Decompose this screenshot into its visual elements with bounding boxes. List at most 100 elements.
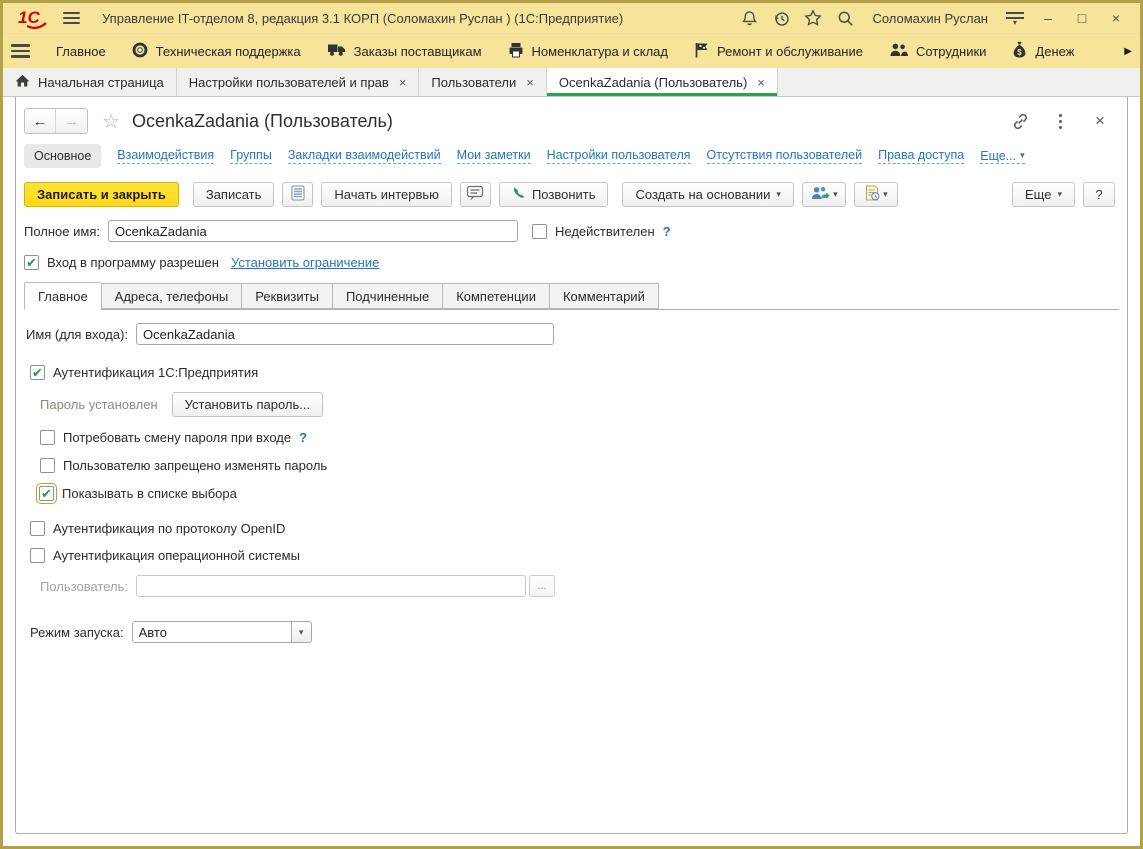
- menu-item-purchase-orders[interactable]: Заказы поставщикам: [327, 42, 482, 60]
- save-and-close-button[interactable]: Записать и закрыть: [24, 182, 179, 207]
- set-password-button[interactable]: Установить пароль...: [172, 392, 323, 417]
- get-link-icon[interactable]: [1009, 110, 1031, 132]
- navlink-main-active[interactable]: Основное: [24, 144, 101, 168]
- menu-overflow-arrow-icon[interactable]: ▶: [1124, 46, 1132, 57]
- subtab-subordinates[interactable]: Подчиненные: [332, 283, 442, 309]
- document-schedule-button[interactable]: ▾: [854, 182, 898, 207]
- current-user-name[interactable]: Соломахин Руслан: [872, 11, 988, 26]
- comment-icon: [466, 185, 484, 204]
- navlink-my-notes[interactable]: Мои заметки: [457, 148, 531, 164]
- run-mode-input[interactable]: [132, 621, 292, 643]
- main-subtab-content: Имя (для входа): Аутентификация 1С:Предп…: [24, 323, 1119, 643]
- section-menu-bar: Главное Техническая поддержка Заказы пос…: [3, 33, 1140, 68]
- os-user-input[interactable]: [136, 575, 526, 597]
- navlink-user-settings[interactable]: Настройки пользователя: [547, 148, 691, 164]
- save-button[interactable]: Записать: [193, 182, 275, 207]
- close-form-icon[interactable]: ×: [1089, 110, 1111, 132]
- navlink-interaction-bookmarks[interactable]: Закладки взаимодействий: [288, 148, 441, 164]
- list-report-button[interactable]: [282, 182, 313, 207]
- flag-icon: [694, 42, 709, 61]
- close-tab-icon[interactable]: ×: [399, 75, 407, 90]
- forbid-password-change-row: Пользователю запрещено изменять пароль: [26, 458, 1119, 473]
- login-allowed-row: Вход в программу разрешен Установить огр…: [24, 255, 1119, 270]
- close-tab-icon[interactable]: ×: [757, 75, 765, 90]
- login-allowed-checkbox[interactable]: [24, 255, 39, 270]
- tab-ocenkazadania-user[interactable]: OcenkaZadania (Пользователь) ×: [547, 68, 778, 96]
- subtab-main[interactable]: Главное: [24, 282, 101, 310]
- run-mode-label: Режим запуска:: [30, 625, 124, 640]
- form-title: OcenkaZadania (Пользователь): [132, 111, 393, 132]
- forward-button[interactable]: →: [56, 109, 87, 133]
- favorites-star-icon[interactable]: [800, 6, 826, 30]
- add-to-favorites-star-icon[interactable]: ☆: [102, 109, 120, 134]
- tab-users[interactable]: Пользователи ×: [419, 68, 546, 96]
- navlink-user-absences[interactable]: Отсутствия пользователей: [707, 148, 863, 164]
- forbid-password-change-checkbox[interactable]: [40, 458, 55, 473]
- password-status-label: Пароль установлен: [40, 397, 158, 412]
- navlink-more[interactable]: Еще... ▾: [980, 149, 1024, 164]
- invalid-help-icon[interactable]: ?: [663, 224, 671, 239]
- call-button[interactable]: Позвонить: [499, 182, 609, 207]
- svg-text:1С: 1С: [18, 8, 40, 27]
- show-in-choice-list-checkbox[interactable]: [39, 486, 54, 501]
- os-auth-checkbox[interactable]: [30, 548, 45, 563]
- help-button[interactable]: ?: [1083, 182, 1115, 207]
- password-row: Пароль установлен Установить пароль...: [26, 392, 1119, 417]
- tab-user-settings-and-rights[interactable]: Настройки пользователей и прав ×: [177, 68, 420, 96]
- back-button[interactable]: ←: [25, 109, 56, 133]
- life-ring-icon: [132, 42, 148, 61]
- os-user-row: Пользователь: ...: [26, 575, 1119, 597]
- navlink-access-rights[interactable]: Права доступа: [878, 148, 964, 164]
- maximize-button[interactable]: □: [1068, 10, 1096, 26]
- subtab-competencies[interactable]: Компетенции: [442, 283, 549, 309]
- printer-icon: [508, 42, 524, 61]
- login-name-input[interactable]: [136, 323, 554, 345]
- money-bag-icon: $: [1012, 41, 1027, 61]
- chevron-down-icon: ▾: [299, 627, 304, 638]
- form-header: ← → ☆ OcenkaZadania (Пользователь) ×: [24, 106, 1119, 136]
- os-user-choose-button[interactable]: ...: [529, 575, 555, 597]
- start-interview-button[interactable]: Начать интервью: [321, 182, 452, 207]
- chevron-down-icon: ▾: [1057, 189, 1062, 200]
- subtab-comment[interactable]: Комментарий: [549, 283, 659, 309]
- history-icon[interactable]: [768, 6, 794, 30]
- navlink-interactions[interactable]: Взаимодействия: [117, 148, 214, 164]
- close-window-button[interactable]: ×: [1102, 10, 1130, 26]
- close-tab-icon[interactable]: ×: [526, 75, 534, 90]
- forbid-password-change-label: Пользователю запрещено изменять пароль: [63, 458, 327, 473]
- run-mode-dropdown-button[interactable]: ▾: [291, 621, 312, 643]
- menu-item-inventory[interactable]: Номенклатура и склад: [508, 42, 668, 61]
- tab-home[interactable]: Начальная страница: [3, 68, 177, 96]
- app-window: 1С Управление IT-отделом 8, редакция 3.1…: [0, 0, 1143, 849]
- minimize-button[interactable]: –: [1034, 10, 1062, 26]
- more-button[interactable]: Еще ▾: [1012, 182, 1075, 207]
- more-actions-dots-icon[interactable]: [1049, 110, 1071, 132]
- menu-item-money[interactable]: $ Денеж: [1012, 41, 1074, 61]
- subtab-addresses[interactable]: Адреса, телефоны: [101, 283, 242, 309]
- menu-item-employees[interactable]: Сотрудники: [889, 42, 986, 60]
- menu-item-tech-support[interactable]: Техническая поддержка: [132, 42, 301, 61]
- auth-1c-checkbox[interactable]: [30, 365, 45, 380]
- notifications-bell-icon[interactable]: [736, 6, 762, 30]
- service-menu-icon[interactable]: ▾: [1002, 6, 1028, 30]
- invalid-label: Недействителен: [555, 224, 655, 239]
- menu-item-repair[interactable]: Ремонт и обслуживание: [694, 42, 863, 61]
- set-restriction-link[interactable]: Установить ограничение: [231, 255, 379, 270]
- comment-button[interactable]: [460, 182, 491, 207]
- invalid-checkbox[interactable]: [532, 224, 547, 239]
- svg-text:$: $: [1018, 48, 1023, 57]
- require-password-change-help-icon[interactable]: ?: [299, 430, 307, 445]
- users-actions-button[interactable]: ▾: [802, 182, 846, 207]
- run-mode-row: Режим запуска: ▾: [26, 621, 1119, 643]
- navlink-groups[interactable]: Группы: [230, 148, 272, 164]
- openid-auth-checkbox[interactable]: [30, 521, 45, 536]
- search-icon[interactable]: [832, 6, 858, 30]
- menu-item-main[interactable]: Главное: [56, 44, 106, 59]
- full-name-input[interactable]: [108, 220, 518, 242]
- subtab-attributes[interactable]: Реквизиты: [241, 283, 332, 309]
- chevron-down-icon: ▾: [833, 189, 838, 200]
- require-password-change-checkbox[interactable]: [40, 430, 55, 445]
- main-menu-icon[interactable]: [63, 12, 80, 24]
- sections-menu-icon[interactable]: [11, 44, 30, 58]
- create-based-on-button[interactable]: Создать на основании ▾: [622, 182, 793, 207]
